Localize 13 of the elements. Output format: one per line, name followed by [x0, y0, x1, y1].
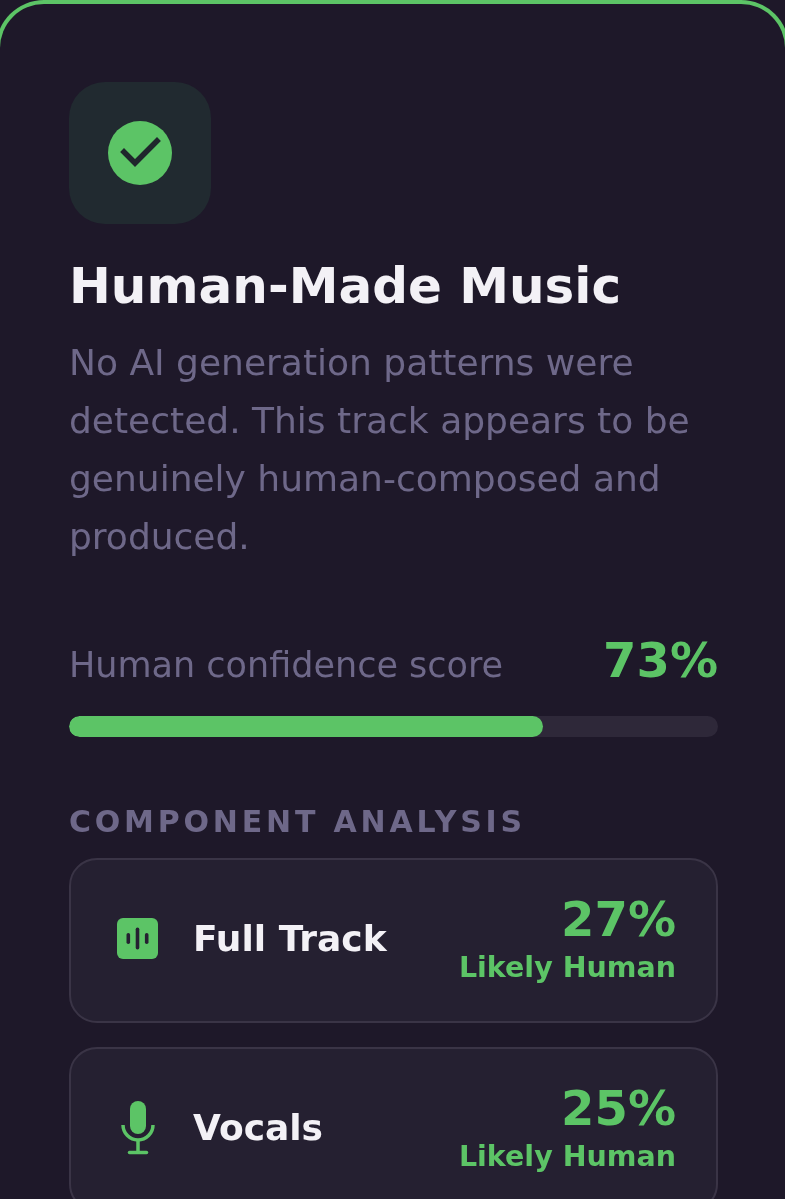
result-title: Human-Made Music — [69, 256, 622, 316]
component-name: Vocals — [193, 1105, 324, 1150]
component-score: 27% — [561, 893, 676, 946]
microphone-icon — [119, 1100, 156, 1155]
result-description: No AI generation patterns were detected. This track appears to be genuinely human-composed and produced. — [69, 341, 691, 559]
component-name: Full Track — [193, 916, 387, 961]
component-score: 25% — [561, 1082, 676, 1135]
confidence-value: 73% — [603, 632, 718, 689]
component-verdict: Likely Human — [458, 951, 676, 984]
waveform-icon — [117, 918, 158, 959]
confidence-label: Human confidence score — [69, 644, 504, 686]
component-verdict: Likely Human — [458, 1140, 676, 1173]
section-heading: COMPONENT ANALYSIS — [69, 804, 526, 840]
